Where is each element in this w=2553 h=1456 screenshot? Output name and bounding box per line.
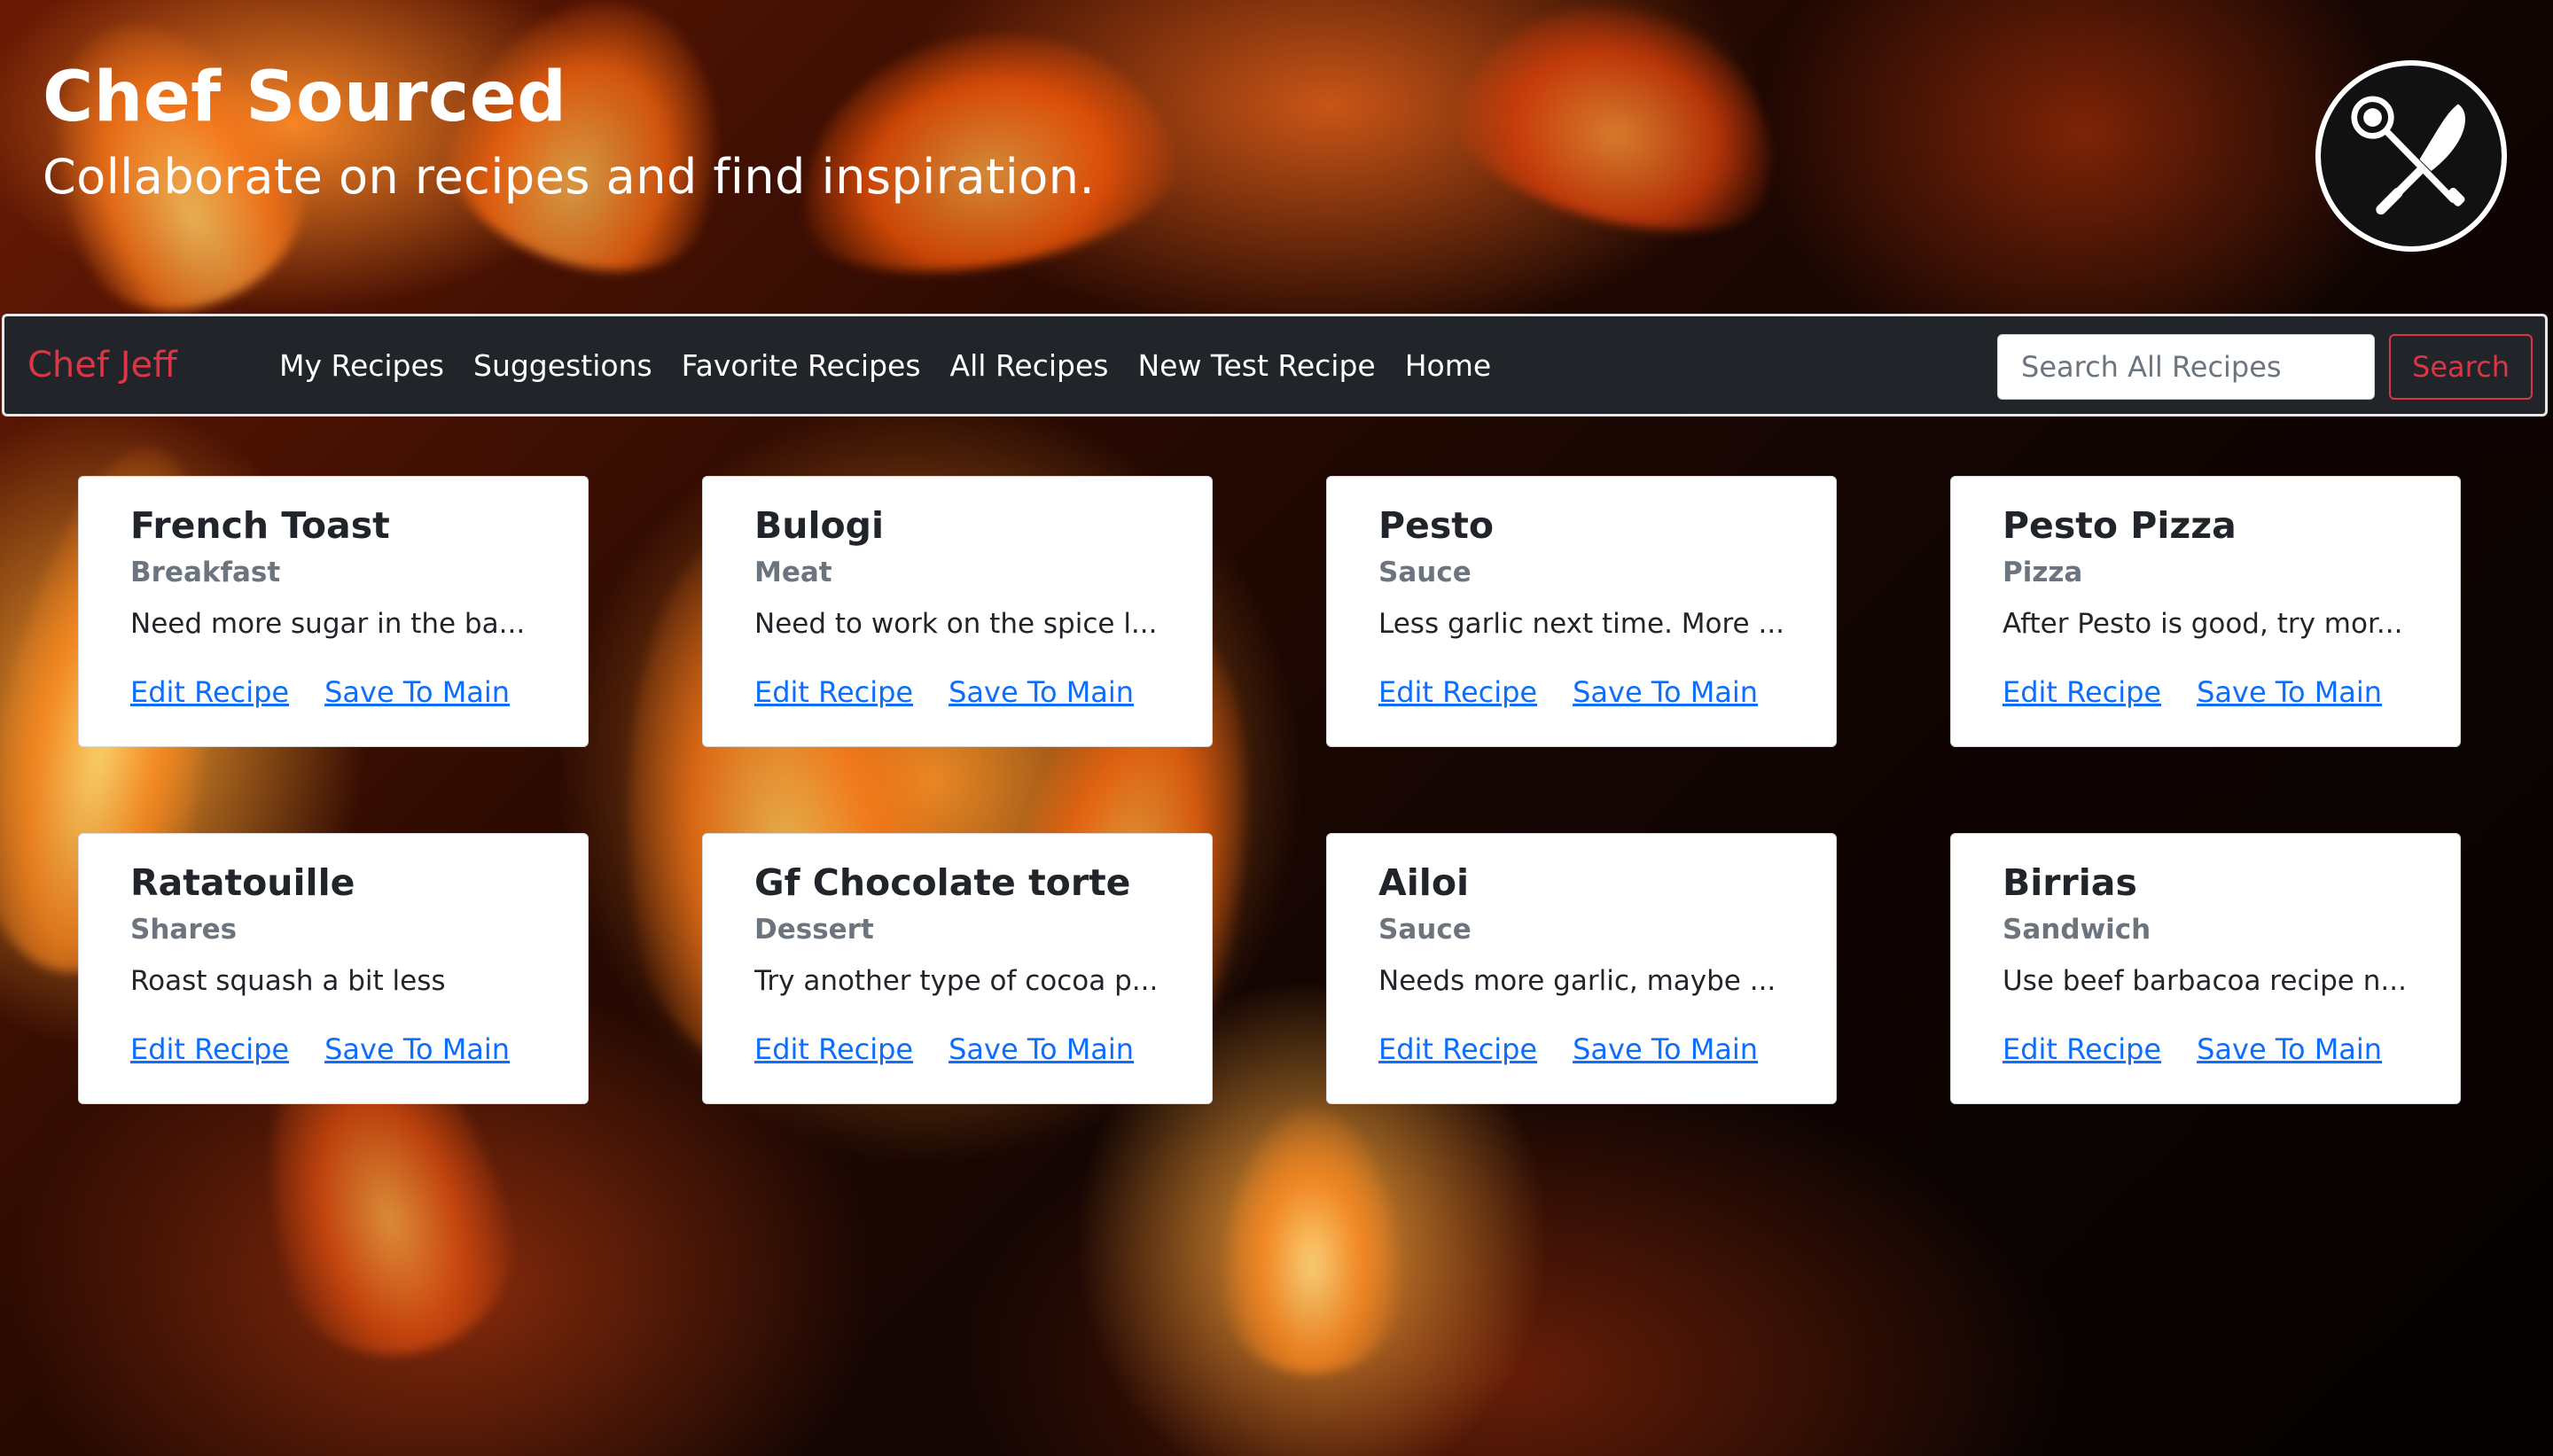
card-note: Need to work on the spice l... xyxy=(754,608,1158,640)
card-title: Gf Chocolate torte xyxy=(754,861,1131,904)
nav-link-home[interactable]: Home xyxy=(1405,348,1491,383)
card-title: Pesto xyxy=(1378,504,1495,547)
nav-link-new-test-recipe[interactable]: New Test Recipe xyxy=(1137,348,1375,383)
recipe-card: Pesto Pizza Pizza After Pesto is good, t… xyxy=(1950,476,2461,747)
recipe-card: Pesto Sauce Less garlic next time. More … xyxy=(1326,476,1837,747)
card-title: French Toast xyxy=(130,504,390,547)
flame-shape xyxy=(1223,1108,1401,1374)
edit-recipe-link[interactable]: Edit Recipe xyxy=(130,675,289,709)
site-title: Chef Sourced xyxy=(43,58,567,137)
card-note: Need more sugar in the ba... xyxy=(130,608,526,640)
card-title: Ailoi xyxy=(1378,861,1470,904)
card-links: Edit Recipe Save To Main xyxy=(2003,675,2460,709)
nav-link-favorite-recipes[interactable]: Favorite Recipes xyxy=(682,348,921,383)
save-to-main-link[interactable]: Save To Main xyxy=(2197,1032,2382,1066)
navbar-brand-link[interactable]: Chef Jeff xyxy=(27,316,177,414)
nav-link-my-recipes[interactable]: My Recipes xyxy=(279,348,444,383)
card-category: Sandwich xyxy=(2003,914,2151,946)
card-note: Roast squash a bit less xyxy=(130,965,446,997)
recipe-card: Ailoi Sauce Needs more garlic, maybe ...… xyxy=(1326,833,1837,1104)
card-note: Try another type of cocoa p... xyxy=(754,965,1159,997)
nav-link-suggestions[interactable]: Suggestions xyxy=(473,348,652,383)
chef-knife-whisk-icon xyxy=(2315,60,2507,252)
card-title: Pesto Pizza xyxy=(2003,504,2237,547)
card-note: After Pesto is good, try mor... xyxy=(2003,608,2403,640)
recipe-card: Birrias Sandwich Use beef barbacoa recip… xyxy=(1950,833,2461,1104)
recipe-card: Gf Chocolate torte Dessert Try another t… xyxy=(702,833,1213,1104)
logo-graphic xyxy=(2351,96,2466,215)
save-to-main-link[interactable]: Save To Main xyxy=(324,675,510,709)
nav-link-all-recipes[interactable]: All Recipes xyxy=(950,348,1109,383)
nav-links: My Recipes Suggestions Favorite Recipes … xyxy=(279,316,1491,414)
card-links: Edit Recipe Save To Main xyxy=(130,675,588,709)
card-category: Sauce xyxy=(1378,557,1472,588)
card-category: Pizza xyxy=(2003,557,2083,588)
main-navbar: Chef Jeff My Recipes Suggestions Favorit… xyxy=(2,314,2548,417)
recipe-card: Ratatouille Shares Roast squash a bit le… xyxy=(78,833,589,1104)
card-links: Edit Recipe Save To Main xyxy=(754,675,1212,709)
card-note: Needs more garlic, maybe ... xyxy=(1378,965,1776,997)
flame-shape xyxy=(1440,0,1804,260)
card-title: Ratatouille xyxy=(130,861,355,904)
site-subtitle: Collaborate on recipes and find inspirat… xyxy=(43,149,1096,205)
card-category: Breakfast xyxy=(130,557,281,588)
card-category: Dessert xyxy=(754,914,874,946)
site-header: Chef Sourced Collaborate on recipes and … xyxy=(43,53,1095,213)
save-to-main-link[interactable]: Save To Main xyxy=(2197,675,2382,709)
save-to-main-link[interactable]: Save To Main xyxy=(949,1032,1134,1066)
card-links: Edit Recipe Save To Main xyxy=(130,1032,588,1066)
save-to-main-link[interactable]: Save To Main xyxy=(949,675,1134,709)
edit-recipe-link[interactable]: Edit Recipe xyxy=(754,1032,913,1066)
card-title: Birrias xyxy=(2003,861,2137,904)
card-title: Bulogi xyxy=(754,504,885,547)
recipe-card: Bulogi Meat Need to work on the spice l.… xyxy=(702,476,1213,747)
edit-recipe-link[interactable]: Edit Recipe xyxy=(754,675,913,709)
edit-recipe-link[interactable]: Edit Recipe xyxy=(1378,675,1537,709)
search-input[interactable] xyxy=(1997,334,2375,400)
card-category: Meat xyxy=(754,557,832,588)
card-category: Sauce xyxy=(1378,914,1472,946)
edit-recipe-link[interactable]: Edit Recipe xyxy=(130,1032,289,1066)
card-links: Edit Recipe Save To Main xyxy=(1378,1032,1836,1066)
card-links: Edit Recipe Save To Main xyxy=(1378,675,1836,709)
save-to-main-link[interactable]: Save To Main xyxy=(1573,1032,1758,1066)
card-category: Shares xyxy=(130,914,238,946)
save-to-main-link[interactable]: Save To Main xyxy=(1573,675,1758,709)
edit-recipe-link[interactable]: Edit Recipe xyxy=(2003,1032,2161,1066)
card-note: Less garlic next time. More ... xyxy=(1378,608,1785,640)
card-note: Use beef barbacoa recipe n... xyxy=(2003,965,2407,997)
card-links: Edit Recipe Save To Main xyxy=(754,1032,1212,1066)
edit-recipe-link[interactable]: Edit Recipe xyxy=(1378,1032,1537,1066)
save-to-main-link[interactable]: Save To Main xyxy=(324,1032,510,1066)
search-button[interactable]: Search xyxy=(2389,334,2533,400)
recipe-card: French Toast Breakfast Need more sugar i… xyxy=(78,476,589,747)
card-links: Edit Recipe Save To Main xyxy=(2003,1032,2460,1066)
edit-recipe-link[interactable]: Edit Recipe xyxy=(2003,675,2161,709)
